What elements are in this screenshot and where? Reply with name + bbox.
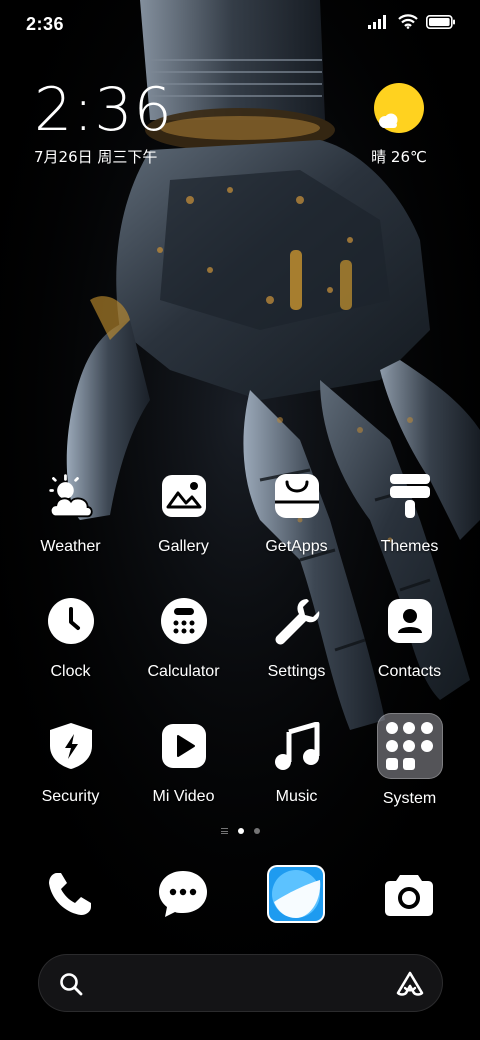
phone-icon xyxy=(49,873,91,915)
clock-widget[interactable]: 2:36 7月26日 周三下午 xyxy=(34,78,234,167)
app-label: Contacts xyxy=(377,663,442,680)
battery-icon xyxy=(426,14,455,29)
app-clock[interactable]: Clock xyxy=(14,597,127,681)
search-bar[interactable] xyxy=(38,954,443,1012)
dock-phone[interactable] xyxy=(40,864,100,924)
page-dot-active xyxy=(237,828,244,834)
themes-brush-icon xyxy=(386,472,434,520)
signal-bars-icon xyxy=(368,14,386,29)
clock-widget-time: 2:36 xyxy=(34,75,173,145)
page-indicator[interactable] xyxy=(0,828,480,834)
app-calculator[interactable]: Calculator xyxy=(127,597,240,681)
app-label: Clock xyxy=(50,663,91,680)
folder-icon xyxy=(376,713,443,779)
status-time: 2:36 xyxy=(26,14,65,34)
wrench-icon xyxy=(273,597,321,645)
app-themes[interactable]: Themes xyxy=(353,472,466,556)
app-label: GetApps xyxy=(265,538,328,555)
app-label: System xyxy=(382,790,437,807)
browser-icon xyxy=(267,865,325,923)
weather-widget[interactable]: 晴 26℃ xyxy=(354,82,444,167)
wifi-icon xyxy=(398,14,418,29)
dock-camera[interactable] xyxy=(379,864,439,924)
clock-widget-date: 7月26日 周三下午 xyxy=(34,148,158,166)
app-system-folder[interactable]: System xyxy=(353,713,466,808)
mini-app-icon xyxy=(421,739,434,752)
mini-app-icon xyxy=(421,721,434,734)
mini-app-icon xyxy=(403,739,416,752)
app-label: Music xyxy=(275,788,318,805)
app-weather[interactable]: Weather xyxy=(14,472,127,556)
play-icon xyxy=(160,722,208,770)
mini-app-icon xyxy=(385,758,398,771)
app-label: Weather xyxy=(40,538,101,555)
search-input[interactable] xyxy=(99,967,369,1001)
getapps-bag-icon xyxy=(273,472,321,520)
app-music[interactable]: Music xyxy=(240,722,353,806)
music-note-icon xyxy=(273,722,321,770)
weather-icon xyxy=(47,472,95,520)
gallery-icon xyxy=(160,472,208,520)
status-icons xyxy=(368,14,456,29)
app-mi-video[interactable]: Mi Video xyxy=(127,722,240,806)
mini-app-icon xyxy=(403,721,416,734)
app-getapps[interactable]: GetApps xyxy=(240,472,353,556)
app-label: Calculator xyxy=(147,663,220,680)
mini-app-icon xyxy=(385,721,398,734)
app-gallery[interactable]: Gallery xyxy=(127,472,240,556)
page-dot xyxy=(253,828,260,834)
shield-bolt-icon xyxy=(47,722,95,770)
contacts-icon xyxy=(386,597,434,645)
status-bar: 2:36 xyxy=(0,0,480,50)
app-label: Gallery xyxy=(158,538,209,555)
app-label: Mi Video xyxy=(152,788,215,805)
mini-app-icon xyxy=(385,739,398,752)
app-label: Security xyxy=(41,788,100,805)
assistant-icon[interactable] xyxy=(396,971,424,1002)
app-settings[interactable]: Settings xyxy=(240,597,353,681)
weather-text: 晴 26℃ xyxy=(371,148,427,166)
app-security[interactable]: Security xyxy=(14,722,127,806)
message-bubble-icon xyxy=(159,871,207,917)
search-icon[interactable] xyxy=(59,972,83,1001)
app-drawer-lines-icon xyxy=(220,828,228,834)
app-contacts[interactable]: Contacts xyxy=(353,597,466,681)
dock-messages[interactable] xyxy=(153,864,213,924)
app-label: Settings xyxy=(267,663,326,680)
camera-icon xyxy=(385,875,433,916)
sun-with-cloud-icon xyxy=(373,82,425,134)
mini-app-icon xyxy=(403,758,416,771)
calculator-icon xyxy=(160,597,208,645)
clock-icon xyxy=(47,597,95,645)
app-label: Themes xyxy=(380,538,439,555)
dock-browser[interactable] xyxy=(266,864,326,924)
